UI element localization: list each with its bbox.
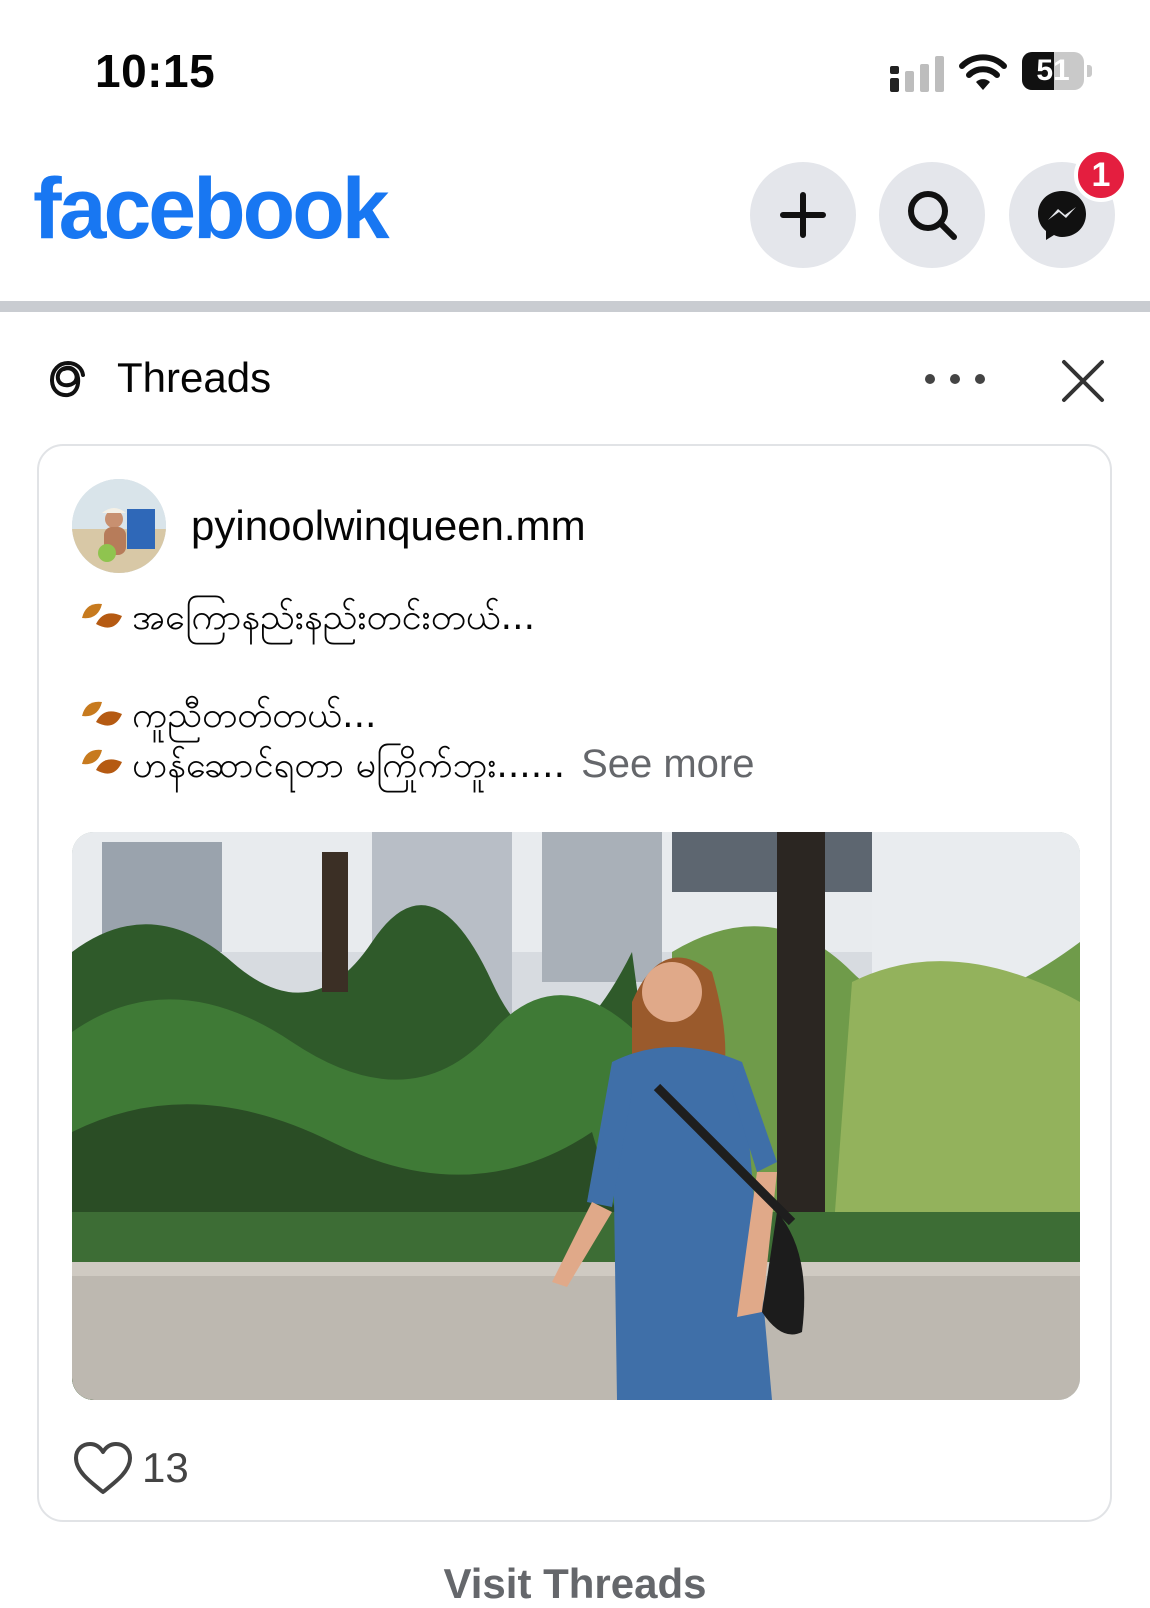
post-line: ကူညီတတ်တယ်...	[76, 692, 1076, 740]
messenger-badge: 1	[1074, 148, 1128, 202]
search-icon	[908, 191, 957, 240]
post-line: အကြောနည်းနည်းတင်းတယ်...	[76, 594, 1076, 642]
post-username[interactable]: pyinoolwinqueen.mm	[191, 502, 586, 550]
plus-icon	[780, 192, 826, 238]
battery-tip	[1087, 65, 1092, 77]
avatar[interactable]	[72, 479, 166, 573]
battery-indicator: 51	[1022, 52, 1092, 92]
facebook-logo[interactable]: facebook	[33, 160, 390, 259]
falling-leaf-icon	[82, 749, 122, 774]
threads-title: Threads	[117, 354, 272, 401]
wifi-icon	[959, 54, 1007, 90]
heart-icon[interactable]	[72, 1440, 134, 1496]
battery-percentage: 51	[1036, 54, 1070, 87]
status-bar: 10:15 51	[0, 0, 1150, 140]
post-line: ဟန်ဆောင်ရတာ မကြိုက်ဘူး...... See more	[76, 740, 1076, 788]
post-line-text: ကူညီတတ်တယ်...	[132, 695, 377, 736]
threads-section-header: Threads	[0, 312, 1150, 442]
status-time: 10:15	[95, 45, 216, 97]
more-icon	[925, 374, 935, 384]
post-photo-image	[72, 832, 1080, 1400]
close-icon[interactable]	[1058, 356, 1108, 406]
threads-icon	[49, 360, 85, 398]
post-text: အကြောနည်းနည်းတင်းတယ်... ကူညီတတ်တယ်... ဟန…	[76, 594, 1076, 788]
more-icon	[975, 374, 985, 384]
cellular-signal-icon	[890, 56, 944, 92]
see-more-link[interactable]: See more	[581, 742, 754, 786]
battery-body: 51	[1022, 52, 1084, 90]
create-button[interactable]	[750, 162, 856, 268]
search-button[interactable]	[879, 162, 985, 268]
app-header: facebook	[0, 140, 1150, 300]
visit-threads-button[interactable]: Visit Threads	[0, 1560, 1150, 1608]
post-line-text: အကြောနည်းနည်းတင်းတယ်...	[132, 597, 536, 638]
threads-post-card[interactable]: pyinoolwinqueen.mm အကြောနည်းနည်းတင်းတယ်.…	[37, 444, 1112, 1522]
falling-leaf-icon	[82, 603, 122, 628]
post-line-text: ဟန်ဆောင်ရတာ မကြိုက်ဘူး......	[132, 745, 566, 786]
like-count: 13	[142, 1444, 189, 1491]
messenger-icon	[1038, 191, 1086, 240]
more-icon	[950, 374, 960, 384]
header-divider	[0, 301, 1150, 312]
more-options-button[interactable]	[925, 364, 985, 394]
like-row: 13	[72, 1438, 189, 1498]
avatar-image	[72, 479, 166, 573]
post-photo[interactable]	[72, 832, 1080, 1400]
falling-leaf-icon	[82, 701, 122, 726]
